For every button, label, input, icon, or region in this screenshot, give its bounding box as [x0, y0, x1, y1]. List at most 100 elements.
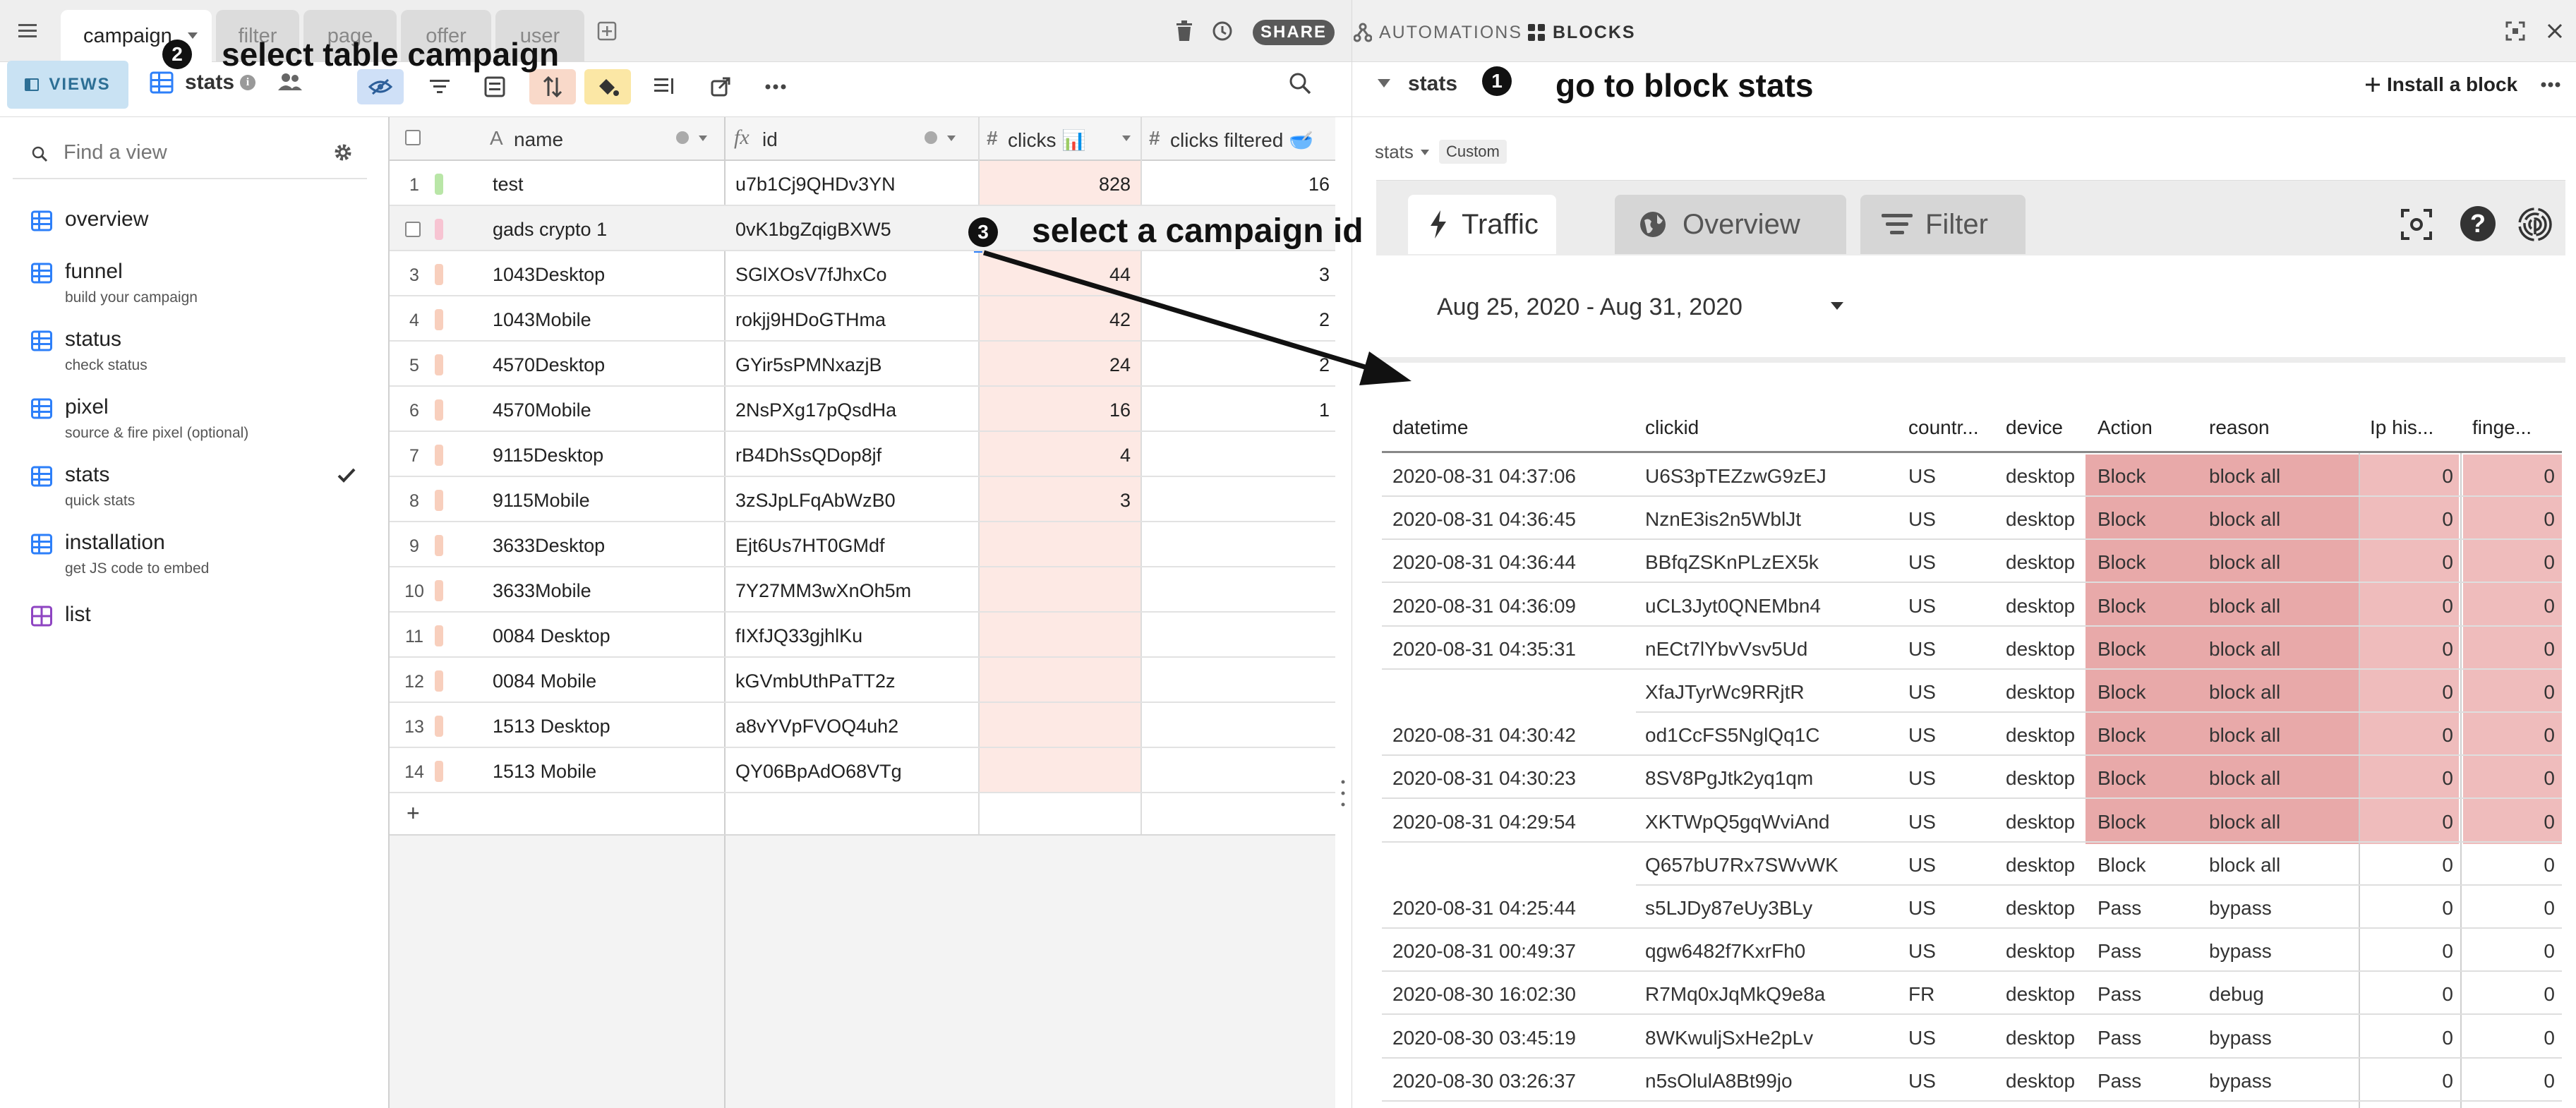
id-cell[interactable]: rokjj9HDoGTHma [735, 309, 961, 331]
fullscreen-icon[interactable] [2505, 21, 2525, 41]
name-cell[interactable]: 9115Desktop [493, 445, 718, 466]
id-cell[interactable]: 2NsPXg17pQsdHa [735, 399, 961, 421]
tab-filter[interactable]: Filter [1860, 195, 2026, 254]
close-icon[interactable] [2546, 23, 2563, 40]
panel-resize-handle[interactable] [1341, 778, 1345, 809]
clicks-filtered-cell[interactable]: 1 [1149, 399, 1330, 421]
trash-icon[interactable] [1169, 16, 1200, 47]
column-header-ip-history[interactable]: Ip his... [2370, 416, 2453, 439]
name-cell[interactable]: 9115Mobile [493, 490, 718, 512]
id-cell[interactable]: fIXfJQ33gjhlKu [735, 625, 961, 647]
table-row[interactable]: 8 9115Mobile 3zSJpLFqAbWzB0 3 [390, 477, 1335, 522]
add-row-button[interactable]: + [390, 792, 724, 836]
add-table-icon[interactable] [597, 21, 617, 41]
column-header-fingerprint[interactable]: finge... [2472, 416, 2556, 439]
info-icon[interactable]: i [240, 75, 255, 90]
name-cell[interactable]: 1513 Desktop [493, 716, 718, 737]
collaborators-icon[interactable] [278, 72, 302, 92]
name-column-header[interactable]: A name [490, 117, 723, 161]
table-row[interactable]: 7 9115Desktop rB4DhSsQDop8jf 4 [390, 432, 1335, 477]
share-view-button[interactable] [697, 69, 744, 104]
name-cell[interactable]: 1043Desktop [493, 264, 718, 286]
id-cell[interactable]: SGlXOsV7fJhxCo [735, 264, 961, 286]
clicks-cell[interactable]: 828 [987, 174, 1131, 195]
date-range-picker[interactable]: Aug 25, 2020 - Aug 31, 2020 [1426, 287, 1849, 323]
share-button[interactable]: SHARE [1253, 20, 1335, 45]
more-options-icon[interactable] [2541, 82, 2560, 88]
clicks-cell[interactable]: 3 [987, 490, 1131, 512]
find-view-input[interactable] [64, 138, 318, 167]
column-header-country[interactable]: countr... [1908, 416, 2000, 439]
hamburger-menu-icon[interactable] [17, 21, 40, 41]
name-cell[interactable]: 3633Desktop [493, 535, 718, 557]
name-cell[interactable]: 1513 Mobile [493, 761, 718, 783]
help-icon[interactable]: ? [2460, 206, 2496, 241]
history-icon[interactable] [1207, 16, 1238, 47]
name-cell[interactable]: gads crypto 1 [493, 219, 718, 241]
clicks-filtered-cell[interactable]: 16 [1149, 174, 1330, 195]
clicks-cell[interactable]: 4 [987, 445, 1131, 466]
gear-icon[interactable] [333, 143, 353, 162]
column-header-reason[interactable]: reason [2209, 416, 2270, 439]
group-button[interactable] [471, 69, 518, 104]
clickid-cell: 8SV8PgJtk2yq1qm [1645, 767, 1814, 790]
view-name[interactable]: stats [185, 71, 234, 95]
table-row[interactable]: 10 3633Mobile 7Y27MM3wXnOh5m [390, 567, 1335, 613]
column-header-clickid[interactable]: clickid [1645, 416, 1699, 439]
row-checkbox[interactable] [405, 222, 421, 237]
clicks-cell[interactable]: 16 [987, 399, 1131, 421]
id-cell[interactable]: 7Y27MM3wXnOh5m [735, 580, 961, 602]
blocks-button[interactable]: BLOCKS [1527, 20, 1636, 45]
tab-traffic[interactable]: Traffic [1408, 195, 1556, 254]
block-breadcrumb[interactable]: stats [1375, 141, 1429, 163]
clicks-column-header[interactable]: # clicks 📊 [987, 117, 1139, 161]
id-cell[interactable]: a8vYVpFVOQ4uh2 [735, 716, 961, 737]
chevron-down-icon[interactable] [947, 136, 956, 141]
id-cell[interactable]: GYir5sPMNxazjB [735, 354, 961, 376]
id-column-header[interactable]: fx id [734, 117, 977, 161]
row-height-button[interactable] [641, 69, 687, 104]
table-row[interactable]: 1 test u7b1Cj9QHDv3YN 828 16 [390, 161, 1335, 206]
name-cell[interactable]: 1043Mobile [493, 309, 718, 331]
block-title[interactable]: stats [1408, 72, 1457, 96]
chevron-down-icon[interactable] [1122, 136, 1131, 141]
collapse-block-icon[interactable] [1378, 79, 1390, 88]
search-icon[interactable] [1289, 72, 1311, 95]
tab-overview[interactable]: Overview [1615, 195, 1846, 254]
name-cell[interactable]: 4570Mobile [493, 399, 718, 421]
column-header-device[interactable]: device [2006, 416, 2063, 439]
automations-button[interactable]: AUTOMATIONS [1354, 20, 1522, 45]
name-cell[interactable]: 4570Desktop [493, 354, 718, 376]
id-cell[interactable]: rB4DhSsQDop8jf [735, 445, 961, 466]
clicks-filtered-column-header[interactable]: # clicks filtered 🥣 [1149, 117, 1335, 161]
chevron-down-icon[interactable] [699, 136, 707, 141]
name-cell[interactable]: 3633Mobile [493, 580, 718, 602]
id-cell[interactable]: QY06BpAdO68VTg [735, 761, 961, 783]
id-cell[interactable]: kGVmbUthPaTT2z [735, 670, 961, 692]
screenshot-icon[interactable] [2401, 209, 2432, 240]
table-row[interactable]: 13 1513 Desktop a8vYVpFVOQ4uh2 [390, 703, 1335, 748]
color-button[interactable] [584, 69, 631, 104]
fingerprint-icon[interactable] [2517, 206, 2553, 243]
name-cell[interactable]: 0084 Mobile [493, 670, 718, 692]
hide-fields-button[interactable] [357, 69, 404, 104]
chevron-down-icon[interactable] [188, 32, 198, 39]
select-all-checkbox[interactable] [405, 130, 421, 145]
name-cell[interactable]: test [493, 174, 718, 195]
name-cell[interactable]: 0084 Desktop [493, 625, 718, 647]
id-cell[interactable]: u7b1Cj9QHDv3YN [735, 174, 961, 195]
table-row[interactable]: 11 0084 Desktop fIXfJQ33gjhlKu [390, 613, 1335, 658]
column-header-action[interactable]: Action [2097, 416, 2153, 439]
sort-button[interactable] [529, 69, 576, 104]
more-options-button[interactable] [752, 69, 799, 104]
install-block-button[interactable]: Install a block [2366, 72, 2517, 97]
table-row[interactable]: 12 0084 Mobile kGVmbUthPaTT2z [390, 658, 1335, 703]
filter-button[interactable] [416, 69, 463, 104]
id-cell[interactable]: 3zSJpLFqAbWzB0 [735, 490, 961, 512]
id-cell[interactable]: Ejt6Us7HT0GMdf [735, 535, 961, 557]
id-cell[interactable]: 0vK1bgZqigBXW5 [735, 219, 961, 241]
table-row[interactable]: 14 1513 Mobile QY06BpAdO68VTg [390, 748, 1335, 793]
table-row[interactable]: 9 3633Desktop Ejt6Us7HT0GMdf [390, 522, 1335, 567]
column-header-datetime[interactable]: datetime [1392, 416, 1468, 439]
views-button[interactable]: VIEWS [7, 61, 128, 109]
